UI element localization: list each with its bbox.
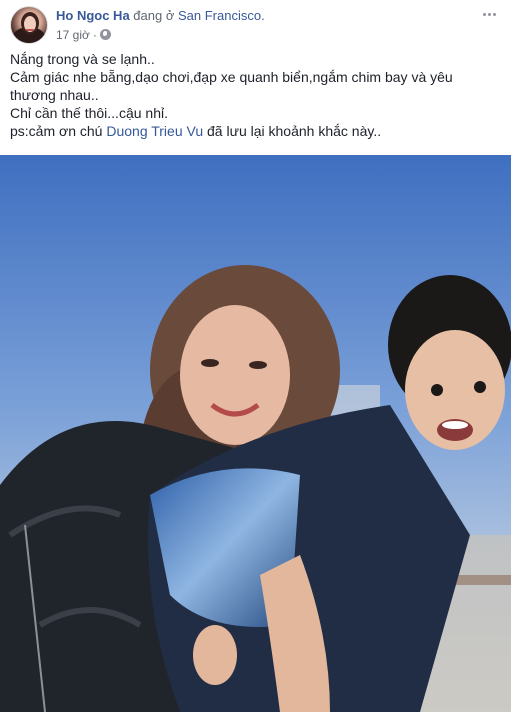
location-connector: đang ở [133, 8, 175, 23]
post-text-line: Cảm giác nhe bẵng,dạo chơi,đạp xe quanh … [10, 69, 453, 103]
more-options-icon[interactable] [479, 6, 499, 22]
more-dot [487, 12, 491, 16]
post-thanks-line: ps:cảm ơn chú Duong Trieu Vu đã lưu lại … [10, 122, 490, 140]
more-dot [482, 12, 486, 16]
post-meta: 17 giờ · [56, 28, 111, 43]
post-text-line: Nắng trong và se lạnh.. [10, 51, 155, 67]
post-header: Ho Ngoc Ha đang ở San Francisco. 17 giờ · [10, 6, 501, 46]
avatar-portrait [13, 12, 45, 43]
photo-illustration [0, 155, 511, 712]
facebook-post: Ho Ngoc Ha đang ở San Francisco. 17 giờ ·… [0, 0, 511, 712]
thanks-prefix: ps:cảm ơn chú [10, 123, 107, 139]
post-text-line: Chỉ cần thế thôi...cậu nhỉ. [10, 105, 168, 121]
post-timestamp[interactable]: 17 giờ [56, 28, 90, 42]
location-link[interactable]: San Francisco. [178, 8, 265, 23]
thanks-suffix: đã lưu lại khoảnh khắc này.. [203, 123, 382, 139]
globe-icon[interactable] [99, 29, 111, 40]
tagged-person-link[interactable]: Duong Trieu Vu [106, 123, 203, 139]
post-photo[interactable] [0, 155, 511, 712]
author-name-link[interactable]: Ho Ngoc Ha [56, 8, 130, 23]
more-dot [492, 12, 496, 16]
meta-separator: · [92, 28, 97, 42]
author-line: Ho Ngoc Ha đang ở San Francisco. [56, 8, 265, 24]
author-avatar[interactable] [10, 6, 48, 44]
post-message: Nắng trong và se lạnh.. Cảm giác nhe bẵn… [10, 50, 490, 140]
